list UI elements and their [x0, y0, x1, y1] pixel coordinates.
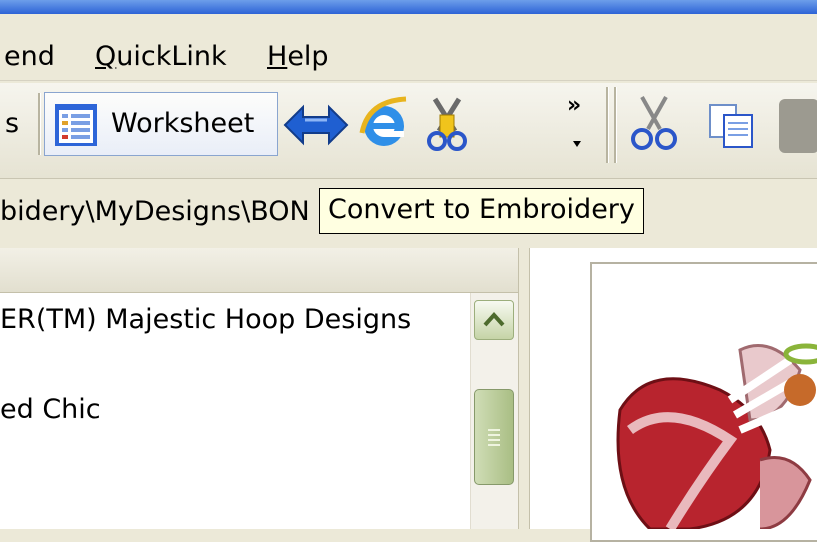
list-item-label: ER(TM) Majestic Hoop Designs [0, 304, 412, 335]
convert-arrows-icon[interactable] [283, 103, 349, 154]
chevron-down-icon [573, 141, 581, 147]
address-path: bidery\MyDesigns\BON [0, 196, 310, 227]
title-bar [0, 0, 817, 14]
scissors-hoop-icon[interactable] [425, 95, 469, 158]
toolbar-separator [38, 93, 41, 155]
scroll-up-button[interactable] [474, 300, 514, 340]
list-item-label: ed Chic [0, 394, 101, 425]
toolbar-separator [614, 87, 617, 163]
menu-bar: end QuickLink Help [0, 14, 817, 81]
toolbar-partial-label: s [5, 108, 20, 139]
paste-icon[interactable] [779, 99, 817, 153]
worksheet-icon [53, 102, 99, 155]
menu-label-rest: uickLink [116, 41, 227, 72]
copy-icon[interactable] [706, 101, 758, 158]
internet-explorer-icon[interactable] [358, 93, 410, 158]
menu-label-rest: elp [287, 41, 329, 72]
menu-item-send[interactable]: end [4, 42, 55, 72]
menu-item-quicklink[interactable]: QuickLink [95, 42, 227, 72]
folder-list-header [0, 248, 518, 293]
scroll-thumb[interactable] [474, 389, 514, 485]
menu-label: end [4, 41, 55, 72]
tooltip: Convert to Embroidery [319, 188, 644, 234]
cut-icon[interactable] [628, 95, 680, 158]
toolbar-overflow-button[interactable]: » [567, 93, 581, 118]
embroidery-design-image [610, 330, 817, 536]
toolbar-separator [606, 87, 609, 163]
toolbar: s Worksheet » [0, 83, 817, 179]
list-item[interactable]: ed Chic [0, 393, 101, 427]
pane-splitter[interactable] [518, 248, 530, 529]
menu-accelerator: Q [95, 41, 117, 72]
tooltip-text: Convert to Embroidery [328, 194, 635, 225]
menu-accelerator: H [267, 41, 288, 72]
menu-item-help[interactable]: Help [267, 42, 329, 72]
toolbar-partial-button[interactable]: s [5, 92, 19, 156]
grip-icon [488, 429, 500, 446]
worksheet-button[interactable]: Worksheet [44, 92, 278, 156]
list-item[interactable]: ER(TM) Majestic Hoop Designs [0, 303, 411, 337]
overflow-glyph: » [567, 93, 582, 118]
worksheet-label: Worksheet [111, 108, 255, 139]
chevron-up-icon [483, 312, 505, 327]
